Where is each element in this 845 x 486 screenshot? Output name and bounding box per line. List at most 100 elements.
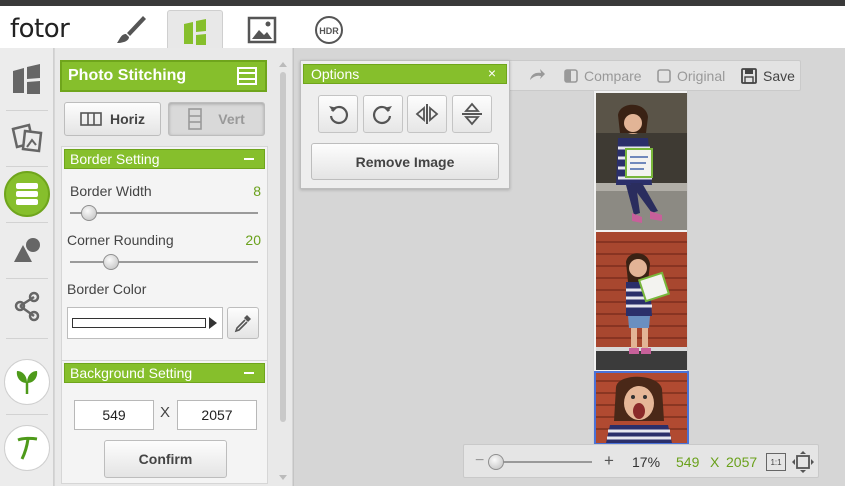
image-height-value: 2057 xyxy=(726,454,758,470)
panel-menu-icon[interactable] xyxy=(237,67,257,85)
zoom-bar: − + 17% 549 X 2057 1:1 xyxy=(463,444,819,478)
corner-rounding-label: Corner Rounding xyxy=(67,232,174,248)
share-icon xyxy=(14,291,40,322)
save-icon xyxy=(741,68,757,84)
horizontal-layout-icon xyxy=(80,112,102,126)
dimension-separator: X xyxy=(160,404,171,421)
caret-right-icon xyxy=(209,317,217,329)
svg-text:HDR: HDR xyxy=(319,26,339,36)
rail-template-button[interactable] xyxy=(0,52,54,108)
photo-1[interactable] xyxy=(596,93,687,230)
rail-share-button[interactable] xyxy=(0,278,54,334)
actual-size-icon: 1:1 xyxy=(770,457,782,467)
freestyle-icon xyxy=(11,123,43,153)
edit-tool-button[interactable] xyxy=(102,12,158,48)
rail-shapes-button[interactable] xyxy=(0,222,54,278)
corner-rounding-value: 20 xyxy=(245,232,261,248)
panel-header: Photo Stitching xyxy=(60,60,267,92)
background-setting-section: Background Setting 549 X 2057 Confirm xyxy=(61,360,268,484)
zoom-percent: 17% xyxy=(632,454,661,470)
zoom-in-button[interactable]: + xyxy=(604,451,614,471)
image-icon xyxy=(247,16,277,44)
vertical-layout-icon xyxy=(188,108,203,130)
actual-size-button[interactable]: 1:1 xyxy=(766,453,786,471)
scroll-down-icon xyxy=(279,475,287,480)
background-setting-header[interactable]: Background Setting xyxy=(64,363,265,383)
photo-girl-sitting xyxy=(596,93,687,230)
canvas-toolbar: Compare Original Save xyxy=(505,60,801,91)
rail-text-button[interactable] xyxy=(0,420,54,476)
rotate-left-button[interactable] xyxy=(318,95,358,133)
left-icon-rail xyxy=(0,48,54,486)
fit-to-screen-icon[interactable] xyxy=(792,451,814,473)
compare-button[interactable]: Compare xyxy=(564,68,642,84)
photo-2[interactable] xyxy=(596,232,687,370)
options-popup: Options × Remove Image xyxy=(300,60,510,189)
corner-rounding-slider-handle[interactable] xyxy=(103,254,120,270)
photo-girl-brick-wall xyxy=(596,232,687,370)
flip-horizontal-button[interactable] xyxy=(407,95,447,133)
border-width-value: 8 xyxy=(253,183,261,199)
leaf-icon xyxy=(16,371,38,394)
scroll-up-icon xyxy=(279,62,287,67)
collapse-icon[interactable] xyxy=(244,372,254,374)
options-header: Options × xyxy=(303,64,507,84)
original-button[interactable]: Original xyxy=(657,68,725,84)
rotate-right-button[interactable] xyxy=(363,95,403,133)
eyedropper-icon xyxy=(234,315,251,333)
border-setting-header[interactable]: Border Setting xyxy=(64,149,265,169)
corner-rounding-slider-track[interactable] xyxy=(70,261,258,263)
rail-stitching-button[interactable] xyxy=(0,166,54,222)
rotate-left-icon xyxy=(329,105,349,125)
border-width-label: Border Width xyxy=(70,183,152,199)
brush-icon xyxy=(117,16,146,43)
text-icon xyxy=(17,436,38,460)
original-icon xyxy=(657,69,671,83)
image-width-value: 549 xyxy=(676,454,700,470)
compare-icon xyxy=(564,69,578,83)
stitching-settings-panel: Photo Stitching Horiz Vert Border Settin… xyxy=(55,48,292,486)
rail-effects-button[interactable] xyxy=(0,354,54,410)
vert-button[interactable]: Vert xyxy=(168,102,265,136)
border-color-picker[interactable] xyxy=(67,307,223,339)
flip-vertical-button[interactable] xyxy=(452,95,492,133)
border-color-label: Border Color xyxy=(67,281,147,297)
redo-icon xyxy=(530,69,545,80)
border-width-slider-handle[interactable] xyxy=(80,205,97,221)
save-button[interactable]: Save xyxy=(741,68,795,84)
background-height-input[interactable]: 2057 xyxy=(177,400,257,430)
panel-scrollbar[interactable] xyxy=(277,60,289,482)
rail-freestyle-button[interactable] xyxy=(0,110,54,166)
panel-title: Photo Stitching xyxy=(68,67,187,84)
design-tool-button[interactable] xyxy=(234,12,290,48)
stitching-icon xyxy=(16,183,38,205)
hdr-tool-button[interactable]: HDR xyxy=(301,12,357,48)
collage-icon xyxy=(184,18,206,45)
top-bar: fotor HDR xyxy=(0,0,845,54)
collapse-icon[interactable] xyxy=(244,158,254,160)
photo-3-selected[interactable] xyxy=(594,371,689,445)
scrollbar-thumb[interactable] xyxy=(280,72,286,422)
eyedropper-button[interactable] xyxy=(227,307,259,339)
remove-image-button[interactable]: Remove Image xyxy=(311,143,499,180)
template-icon xyxy=(13,64,40,94)
background-width-input[interactable]: 549 xyxy=(74,400,154,430)
redo-button[interactable] xyxy=(528,68,546,82)
photo-girl-face xyxy=(596,373,687,443)
close-icon[interactable]: × xyxy=(488,65,496,81)
hdr-icon: HDR xyxy=(315,16,343,44)
zoom-slider-track[interactable] xyxy=(494,461,592,463)
zoom-out-button[interactable]: − xyxy=(475,452,484,470)
rotate-right-icon xyxy=(372,105,392,125)
flip-vertical-icon xyxy=(462,102,482,126)
border-width-slider-track[interactable] xyxy=(70,212,258,214)
border-color-swatch xyxy=(72,318,206,328)
horiz-button[interactable]: Horiz xyxy=(64,102,161,136)
shapes-icon xyxy=(14,238,40,262)
dimension-separator: X xyxy=(710,454,720,470)
fotor-logo[interactable]: fotor xyxy=(10,14,70,44)
confirm-button[interactable]: Confirm xyxy=(104,440,227,478)
zoom-slider-handle[interactable] xyxy=(487,454,504,470)
flip-horizontal-icon xyxy=(415,104,439,124)
stitched-photo-strip xyxy=(593,90,689,445)
